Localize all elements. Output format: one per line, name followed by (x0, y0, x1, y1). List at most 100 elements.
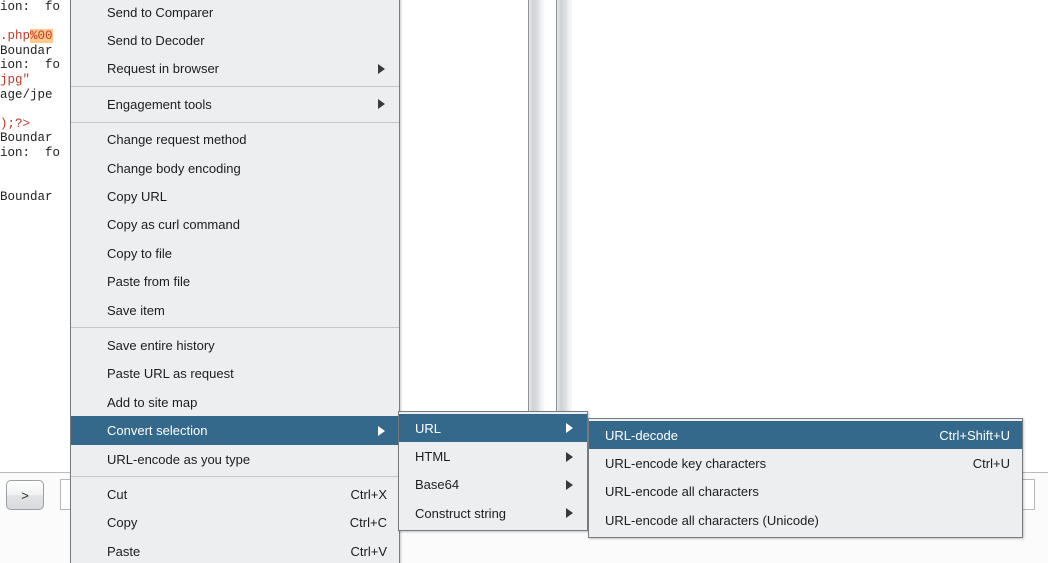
code-line: jpg" (0, 73, 60, 88)
menu-item-copy-url[interactable]: Copy URL (71, 182, 399, 210)
menu-item-engagement-tools[interactable]: Engagement tools (71, 90, 399, 118)
chevron-right-icon (566, 423, 573, 434)
code-token: Boundar (0, 131, 53, 146)
code-token: jpg" (0, 72, 31, 87)
menu-item-label: Copy URL (107, 189, 167, 205)
menu-separator (71, 327, 399, 329)
menu-item-label: HTML (415, 449, 451, 465)
convert-selection-submenu[interactable]: URL HTML Base64 Construct string (398, 411, 588, 531)
pane-gap (544, 0, 556, 472)
pane-scrollbar-left[interactable] (528, 0, 544, 472)
url-conversion-submenu[interactable]: URL-decode Ctrl+Shift+U URL-encode key cha… (588, 418, 1023, 538)
menu-item-label: Copy as curl command (107, 217, 240, 233)
url-item-url-encode-key-characters[interactable]: URL-encode key characters Ctrl+U (589, 449, 1022, 477)
menu-item-label: Construct string (415, 505, 507, 521)
chevron-right-icon (378, 425, 385, 436)
menu-item-paste[interactable]: Paste Ctrl+V (71, 537, 399, 563)
menu-item-label: Paste (107, 543, 141, 559)
menu-item-label: Send to Comparer (107, 4, 214, 20)
code-token: ion: fo (0, 145, 61, 160)
menu-item-copy[interactable]: Copy Ctrl+C (71, 509, 399, 537)
menu-separator (71, 476, 399, 478)
menu-item-copy-as-curl-command[interactable]: Copy as curl command (71, 211, 399, 239)
menu-item-save-entire-history[interactable]: Save entire history (71, 331, 399, 359)
menu-item-change-request-method[interactable]: Change request method (71, 126, 399, 154)
menu-item-cut[interactable]: Cut Ctrl+X (71, 480, 399, 508)
response-editor-pane[interactable] (572, 0, 1048, 472)
menu-item-label: Send to Decoder (107, 33, 205, 49)
menu-item-label: URL-encode all characters (605, 484, 759, 500)
code-line: Boundar (0, 44, 60, 59)
code-token: Boundar (0, 189, 53, 204)
code-token: ion: fo (0, 0, 61, 14)
code-token: age/jpe (0, 87, 53, 102)
code-token: %00 (30, 29, 53, 44)
menu-item-shortcut: Ctrl+U (972, 456, 1010, 472)
menu-item-label: URL-encode as you type (107, 451, 251, 467)
menu-item-label: Save entire history (107, 337, 215, 353)
menu-item-label: Engagement tools (107, 96, 212, 112)
menu-item-paste-url-as-request[interactable]: Paste URL as request (71, 360, 399, 388)
menu-item-label: Change request method (107, 132, 247, 148)
menu-item-save-item[interactable]: Save item (71, 296, 399, 324)
context-menu[interactable]: Send to Comparer Send to Decoder Request i… (70, 0, 400, 563)
menu-item-label: URL-encode all characters (Unicode) (605, 512, 819, 528)
menu-item-send-to-comparer[interactable]: Send to Comparer (71, 0, 399, 26)
menu-item-change-body-encoding[interactable]: Change body encoding (71, 154, 399, 182)
menu-item-label: URL (415, 420, 442, 436)
url-item-url-encode-all-characters-unicode[interactable]: URL-encode all characters (Unicode) (589, 506, 1022, 534)
code-token: .php (0, 29, 31, 44)
code-token: Boundar (0, 43, 53, 58)
menu-item-label: URL-decode (605, 427, 678, 443)
menu-item-label: Change body encoding (107, 160, 241, 176)
menu-item-request-in-browser[interactable]: Request in browser (71, 55, 399, 83)
menu-item-convert-selection[interactable]: Convert selection (71, 416, 399, 445)
menu-item-label: URL-encode key characters (605, 456, 767, 472)
screen: ion: fo .php%00 Boundar ion: fo jpg" age/jpe… (0, 0, 1048, 563)
code-line: age/jpe (0, 88, 60, 103)
url-item-url-encode-all-characters[interactable]: URL-encode all characters (589, 478, 1022, 506)
chevron-right-icon (378, 63, 385, 74)
menu-item-label: Cut (107, 486, 128, 502)
menu-item-label: Save item (107, 302, 165, 318)
go-button[interactable]: > (6, 480, 44, 510)
convert-item-html[interactable]: HTML (399, 442, 587, 470)
pane-splitter[interactable] (556, 0, 572, 472)
menu-item-send-to-decoder[interactable]: Send to Decoder (71, 26, 399, 54)
chevron-right-icon (378, 99, 385, 110)
chevron-right-icon (566, 479, 573, 490)
code-line: ion: fo (0, 58, 60, 73)
code-line: ion: fo (0, 0, 60, 15)
convert-item-base64[interactable]: Base64 (399, 471, 587, 499)
chevron-right-icon (566, 451, 573, 462)
convert-item-url[interactable]: URL (399, 414, 587, 443)
menu-item-shortcut: Ctrl+X (350, 486, 387, 502)
code-line: Boundar (0, 131, 60, 146)
menu-item-label: Copy to file (107, 245, 173, 261)
menu-separator (71, 86, 399, 88)
menu-item-label: Add to site map (107, 394, 198, 410)
menu-item-shortcut: Ctrl+C (349, 515, 387, 531)
menu-item-label: Base64 (415, 477, 460, 493)
menu-item-label: Paste from file (107, 274, 191, 290)
code-line: ion: fo (0, 146, 60, 161)
menu-item-add-to-site-map[interactable]: Add to site map (71, 388, 399, 416)
request-code-text: ion: fo .php%00 Boundar ion: fo jpg" age/jpe… (0, 0, 60, 204)
menu-item-label: Copy (107, 515, 138, 531)
menu-item-url-encode-as-you-type[interactable]: URL-encode as you type (71, 445, 399, 473)
menu-item-copy-to-file[interactable]: Copy to file (71, 239, 399, 267)
menu-item-shortcut: Ctrl+Shift+U (939, 427, 1010, 443)
convert-item-construct-string[interactable]: Construct string (399, 499, 587, 527)
menu-item-paste-from-file[interactable]: Paste from file (71, 268, 399, 296)
code-line: );?> (0, 117, 60, 132)
code-token: ion: fo (0, 58, 61, 73)
url-item-url-decode[interactable]: URL-decode Ctrl+Shift+U (589, 421, 1022, 450)
menu-item-label: Paste URL as request (107, 366, 234, 382)
menu-item-label: Request in browser (107, 61, 219, 77)
menu-item-label: Convert selection (107, 423, 208, 439)
code-token: );?> (0, 116, 31, 131)
